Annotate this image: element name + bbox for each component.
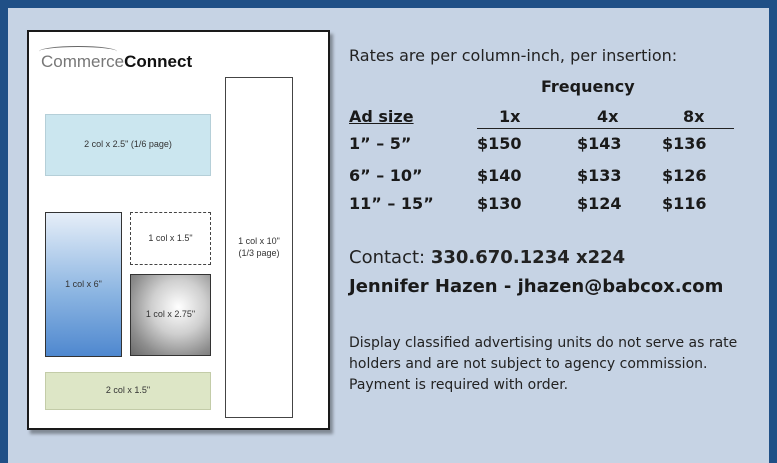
contact-line: Contact: 330.670.1234 x224 bbox=[349, 247, 626, 268]
header-rule bbox=[477, 128, 734, 129]
rate-row: 11” – 15” $130 $124 $116 bbox=[349, 194, 707, 213]
rates-intro: Rates are per column-inch, per insertion… bbox=[349, 46, 678, 65]
unit-1col-6: 1 col x 6" bbox=[45, 212, 122, 357]
ad-size-mockup: CommerceConnect 2 col x 2.5" (1/6 page) … bbox=[27, 30, 330, 430]
contact-person-email: Jennifer Hazen - jhazen@babcox.com bbox=[349, 276, 724, 297]
unit-1col-2-75: 1 col x 2.75" bbox=[130, 274, 211, 356]
disclaimer-text: Display classified advertising units do … bbox=[349, 335, 738, 393]
col-ad-size: Ad size bbox=[349, 107, 414, 126]
contact-phone: 330.670.1234 x224 bbox=[430, 247, 626, 268]
rate-row: 6” – 10” $140 $133 $126 bbox=[349, 166, 707, 185]
unit-1col-10: 1 col x 10" (1/3 page) bbox=[225, 77, 293, 418]
unit-2col-2-5: 2 col x 2.5" (1/6 page) bbox=[45, 114, 211, 176]
col-8x: 8x bbox=[683, 107, 705, 126]
unit-2col-1-5: 2 col x 1.5" bbox=[45, 372, 211, 410]
frequency-heading: Frequency bbox=[541, 77, 635, 96]
col-1x: 1x bbox=[499, 107, 521, 126]
rate-table-header: Ad size 1x 4x 8x bbox=[349, 107, 734, 129]
unit-1col-1-5: 1 col x 1.5" bbox=[130, 212, 211, 265]
commerce-connect-logo: CommerceConnect bbox=[41, 52, 193, 71]
rate-row: 1” – 5” $150 $143 $136 bbox=[349, 134, 707, 153]
col-4x: 4x bbox=[597, 107, 619, 126]
